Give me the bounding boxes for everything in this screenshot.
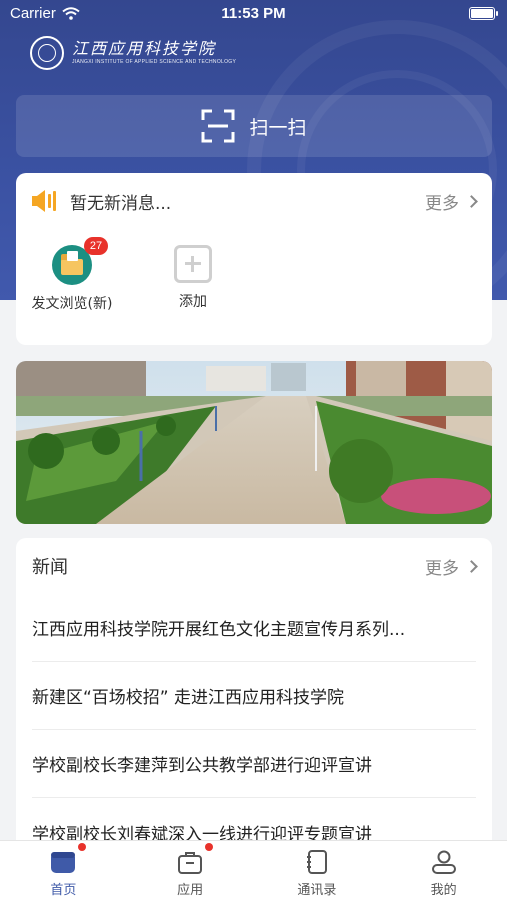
news-more-link[interactable]: 更多 [425, 554, 478, 579]
school-name-cn: 江西应用科技学院 [72, 39, 217, 58]
message-text: 暂无新消息... [70, 193, 172, 214]
status-bar: Carrier 11:53 PM [0, 0, 507, 28]
contacts-book-icon [306, 850, 327, 874]
briefcase-icon [178, 852, 203, 874]
tab-label: 应用 [177, 883, 204, 898]
more-label: 更多 [425, 558, 459, 579]
news-item[interactable]: 学校副校长李建萍到公共教学部进行迎评宣讲 [32, 730, 476, 798]
message-card: 暂无新消息... 更多 27 发文浏览(新) 添加 [16, 173, 492, 345]
campus-photo [16, 361, 492, 524]
chevron-right-icon [465, 194, 478, 208]
notification-dot [204, 843, 213, 851]
news-item[interactable]: 江西应用科技学院开展红色文化主题宣传月系列... [32, 594, 476, 662]
school-seal-icon [30, 36, 64, 70]
chevron-right-icon [465, 559, 478, 573]
more-label: 更多 [425, 193, 459, 214]
school-name-en: JIANGXI INSTITUTE OF APPLIED SCIENCE AND… [72, 59, 237, 65]
news-card: 新闻 更多 江西应用科技学院开展红色文化主题宣传月系列... 新建区“百场校招”… [16, 538, 492, 858]
tab-profile[interactable]: 我的 [380, 841, 507, 900]
tab-label: 我的 [430, 883, 457, 898]
tab-bar: 首页 应用 通讯录 我的 [0, 840, 507, 900]
home-icon [51, 852, 76, 873]
unread-badge: 27 [84, 237, 108, 255]
tab-label: 通讯录 [297, 883, 337, 898]
news-title: 新闻 [32, 557, 68, 578]
person-icon [431, 850, 456, 874]
add-icon [174, 245, 212, 283]
school-logo: 江西应用科技学院 JIANGXI INSTITUTE OF APPLIED SC… [30, 36, 236, 70]
tab-label: 首页 [50, 883, 77, 898]
scan-button[interactable]: 扫一扫 [16, 95, 492, 157]
battery-icon [469, 7, 498, 20]
speaker-icon [32, 190, 56, 212]
tab-apps[interactable]: 应用 [127, 841, 254, 900]
news-item[interactable]: 新建区“百场校招” 走进江西应用科技学院 [32, 662, 476, 730]
campus-banner-image[interactable] [16, 361, 492, 524]
app-label: 添加 [179, 294, 207, 310]
message-row[interactable]: 暂无新消息... 更多 [32, 187, 478, 215]
scan-icon [201, 109, 235, 143]
app-document-browse[interactable]: 27 发文浏览(新) [22, 237, 122, 313]
tab-home[interactable]: 首页 [0, 841, 127, 900]
clock: 11:53 PM [221, 5, 286, 22]
news-header: 新闻 更多 [32, 552, 478, 580]
scan-label: 扫一扫 [249, 116, 307, 139]
notification-dot [78, 843, 86, 851]
app-label: 发文浏览(新) [31, 296, 113, 312]
messages-more-link[interactable]: 更多 [425, 189, 478, 214]
app-add[interactable]: 添加 [143, 245, 243, 311]
tab-contacts[interactable]: 通讯录 [254, 841, 381, 900]
